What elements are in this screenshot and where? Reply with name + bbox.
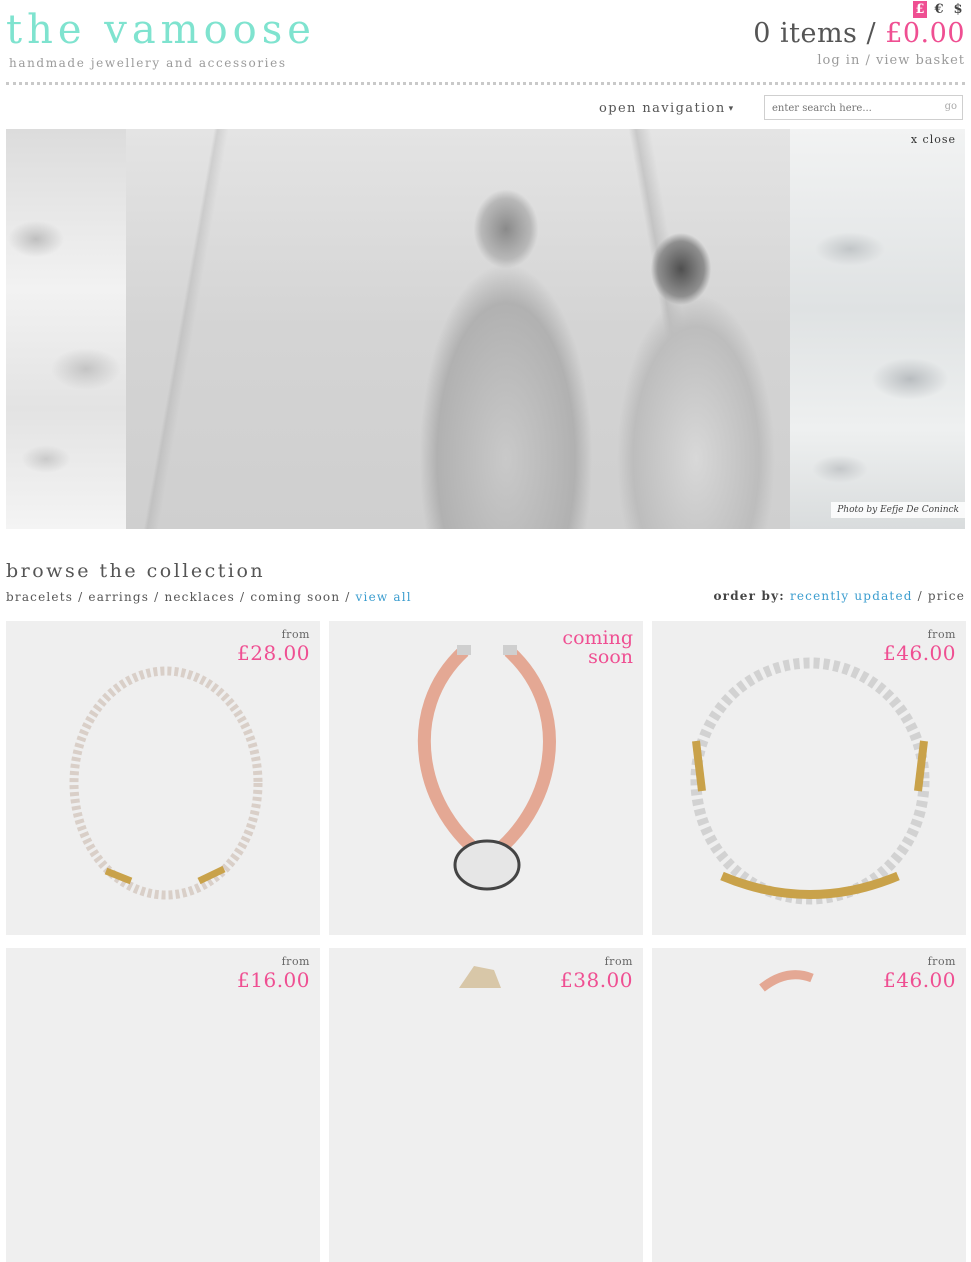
currency-gbp[interactable]: £ [913,1,927,18]
hero-model-right [586,199,806,529]
category-bracelets[interactable]: bracelets [6,590,73,604]
account-links: log in / view basket [817,53,965,68]
hero-close-button[interactable]: x close [911,133,956,146]
coming-soon-label-line2: soon [588,646,633,668]
category-necklaces[interactable]: necklaces [164,590,235,604]
photo-credit: Photo by Eefje De Coninck [831,502,965,518]
product-card[interactable]: from £28.00 [6,621,320,935]
hero-banner: x close Photo by Eefje De Coninck [6,129,965,529]
hero-side-image-left [6,129,126,529]
order-by-label: order by: [713,589,785,603]
basket-total: £0.00 [885,18,965,49]
order-price[interactable]: price [928,589,965,603]
price-from-label: from [927,628,956,641]
product-card[interactable]: from £38.00 [329,948,643,1262]
order-by: order by: recently updated / price [713,589,965,603]
category-view-all[interactable]: view all [356,590,412,604]
product-price: £16.00 [237,968,310,992]
category-earrings[interactable]: earrings [88,590,149,604]
price-tag: from £46.00 [883,955,956,993]
price-tag: from £46.00 [883,628,956,666]
price-from-label: from [281,955,310,968]
basket-item-count: 0 items / [753,18,877,49]
product-price: £46.00 [883,641,956,665]
product-price: £38.00 [560,968,633,992]
necklace-image [69,666,263,900]
currency-usd[interactable]: $ [951,1,965,18]
currency-switcher: £ € $ [913,1,965,18]
product-price: £28.00 [237,641,310,665]
category-coming-soon[interactable]: coming soon [250,590,340,604]
price-from-label: from [604,955,633,968]
product-card[interactable]: from £16.00 [6,948,320,1262]
necklace-image [417,645,556,891]
section-title: browse the collection [6,560,266,582]
login-link[interactable]: log in [817,53,860,68]
open-navigation-label: open navigation [599,101,726,116]
site-logo[interactable]: the vamoose [6,6,316,54]
price-tag: from £16.00 [237,955,310,993]
product-price: £46.00 [883,968,956,992]
order-recently-updated[interactable]: recently updated [790,589,913,603]
necklace-image [759,970,814,992]
price-from-label: from [281,628,310,641]
necklace-image [690,657,930,905]
currency-eur[interactable]: € [932,1,946,18]
product-card[interactable]: coming soon [329,621,643,935]
site-tagline: handmade jewellery and accessories [9,56,287,70]
open-navigation-button[interactable]: open navigation ▾ [599,101,735,116]
price-tag: coming soon [562,629,633,667]
basket-summary[interactable]: 0 items / £0.00 [753,18,965,49]
search-form: go [764,95,963,120]
header-divider [6,82,965,85]
link-separator: / [865,53,871,68]
view-basket-link[interactable]: view basket [876,53,965,68]
search-go-button[interactable]: go [945,101,957,112]
product-image [459,966,501,988]
category-nav: bracelets / earrings / necklaces / comin… [6,590,412,604]
product-card[interactable]: from £46.00 [652,621,966,935]
price-tag: from £28.00 [237,628,310,666]
price-from-label: from [927,955,956,968]
hero-side-image-right [790,129,965,529]
hero-photo [126,129,806,529]
product-card[interactable]: from £46.00 [652,948,966,1262]
caret-down-icon: ▾ [728,104,735,114]
price-tag: from £38.00 [560,955,633,993]
search-input[interactable] [770,97,944,120]
